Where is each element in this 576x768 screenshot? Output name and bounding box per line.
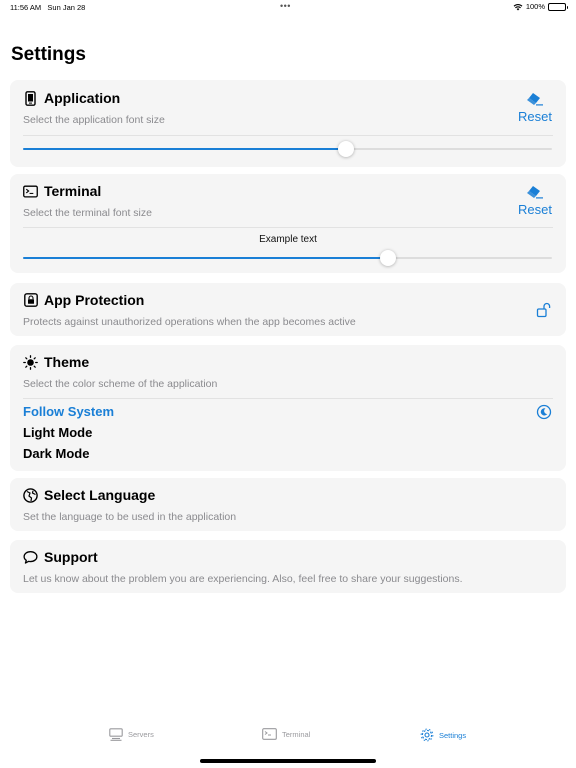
multitasking-dots[interactable]: ••• — [280, 1, 291, 11]
terminal-example-text: Example text — [259, 234, 317, 245]
app-protection-card[interactable]: App Protection Protects against unauthor… — [10, 283, 566, 336]
theme-title-label: Theme — [44, 354, 90, 370]
terminal-reset-label: Reset — [518, 202, 552, 217]
tab-servers[interactable]: Servers — [109, 728, 154, 741]
slider-thumb[interactable] — [337, 141, 354, 157]
support-card[interactable]: Support Let us know about the problem yo… — [10, 540, 566, 593]
terminal-icon — [262, 728, 277, 740]
eraser-icon — [527, 186, 544, 199]
terminal-divider — [23, 227, 553, 228]
language-subtitle: Set the language to be used in the appli… — [23, 511, 237, 523]
globe-icon — [23, 487, 38, 503]
slider-fill — [23, 148, 346, 150]
theme-title: Theme — [23, 354, 89, 370]
app-protection-subtitle: Protects against unauthorized operations… — [23, 316, 356, 328]
phone-icon — [23, 90, 38, 106]
lock-square-icon — [23, 293, 38, 308]
terminal-card: Terminal Select the terminal font size R… — [10, 174, 566, 273]
application-font-slider[interactable] — [23, 141, 552, 157]
battery-icon — [548, 2, 568, 11]
slider-thumb[interactable] — [380, 250, 396, 266]
wifi-icon — [513, 3, 523, 10]
terminal-reset-button[interactable]: Reset — [518, 185, 552, 217]
tab-terminal[interactable]: Terminal — [262, 728, 310, 740]
application-title: Application — [23, 90, 120, 106]
tab-bar: Servers Terminal Settings — [0, 718, 576, 768]
app-protection-title: App Protection — [23, 292, 144, 308]
status-time: 11:56 AM Sun Jan 28 — [10, 3, 85, 12]
terminal-icon — [23, 184, 38, 199]
theme-option-light-mode[interactable]: Light Mode — [23, 425, 92, 440]
tab-settings-label: Settings — [439, 730, 467, 740]
application-subtitle: Select the application font size — [23, 114, 165, 126]
eraser-icon — [527, 93, 544, 106]
application-title-label: Application — [44, 90, 121, 106]
application-card: Application Select the application font … — [10, 80, 566, 167]
theme-option-dark-mode[interactable]: Dark Mode — [23, 446, 89, 461]
tab-settings[interactable]: Settings — [420, 728, 466, 742]
slider-fill — [23, 257, 388, 259]
status-clock: 11:56 AM — [10, 3, 42, 12]
support-title-label: Support — [44, 549, 98, 565]
application-divider — [23, 135, 553, 136]
language-title-label: Select Language — [44, 487, 156, 503]
battery-percent: 100% — [525, 2, 545, 11]
application-reset-button[interactable]: Reset — [518, 92, 552, 124]
page-title: Settings — [11, 44, 86, 65]
app-protection-title-label: App Protection — [44, 292, 145, 308]
speech-bubble-icon — [23, 550, 38, 565]
server-icon — [109, 728, 123, 741]
support-subtitle: Let us know about the problem you are ex… — [23, 573, 463, 585]
sun-icon — [23, 354, 38, 370]
terminal-subtitle: Select the terminal font size — [23, 207, 152, 219]
terminal-title-label: Terminal — [44, 183, 102, 199]
terminal-font-slider[interactable] — [23, 250, 552, 266]
status-right: 100% — [513, 2, 568, 11]
tab-servers-label: Servers — [128, 730, 154, 739]
theme-subtitle: Select the color scheme of the applicati… — [23, 378, 218, 390]
theme-option-follow-system[interactable]: Follow System — [23, 404, 114, 419]
home-indicator — [200, 759, 376, 763]
tab-terminal-label: Terminal — [282, 729, 311, 739]
support-title: Support — [23, 549, 98, 565]
theme-divider — [23, 398, 553, 399]
terminal-title: Terminal — [23, 183, 101, 199]
theme-card: Theme Select the color scheme of the app… — [10, 345, 566, 471]
application-reset-label: Reset — [518, 109, 552, 124]
language-card[interactable]: Select Language Set the language to be u… — [10, 478, 566, 531]
status-date: Sun Jan 28 — [47, 3, 86, 12]
moon-circle-icon — [536, 404, 552, 420]
gear-icon — [420, 728, 434, 742]
language-title: Select Language — [23, 487, 155, 503]
status-bar: 11:56 AM Sun Jan 28 ••• 100% — [0, 0, 576, 14]
unlock-icon[interactable] — [536, 302, 552, 318]
